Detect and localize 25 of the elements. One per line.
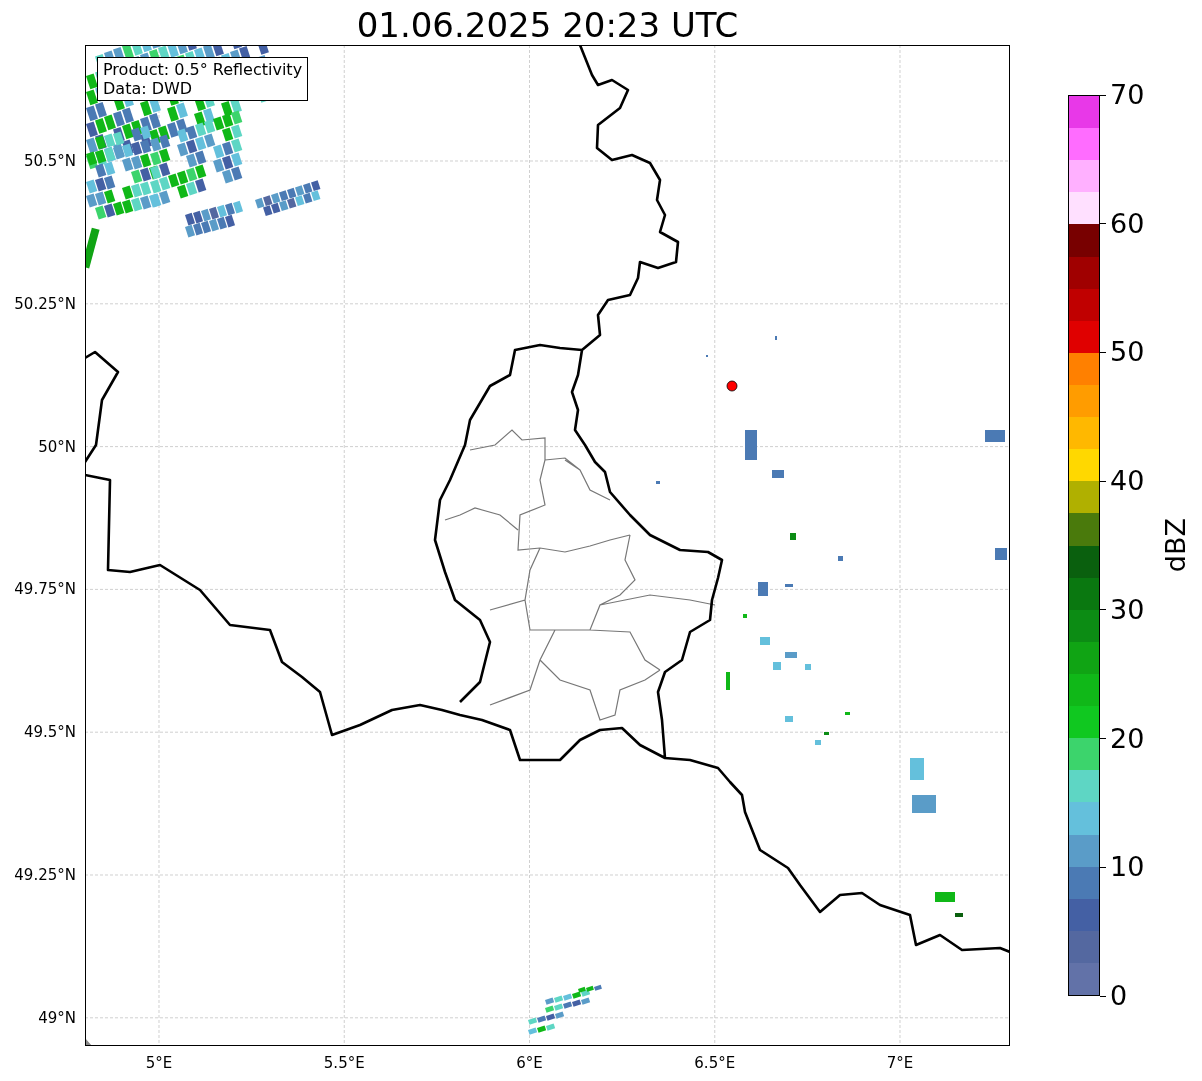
latitude-label: 50.5°N: [23, 152, 76, 170]
axis-label: dBZ: [1160, 518, 1191, 573]
tick-label: 30: [1110, 594, 1145, 625]
tick-label: 70: [1110, 80, 1145, 110]
info-text: Data: DWD: [103, 79, 194, 98]
tick-label: 60: [1110, 208, 1145, 239]
chart-title: 01.06.2025 20:23 UTC: [356, 5, 739, 45]
latitude-label: 50.25°N: [14, 294, 76, 313]
longitude-label: 5.5°E: [323, 1054, 365, 1072]
latitude-label: 49.5°N: [23, 723, 76, 742]
longitude-label: 5°E: [145, 1054, 173, 1072]
longitude-label: 6.5°E: [694, 1054, 736, 1072]
tick-label: 10: [1110, 852, 1145, 883]
latitude-label: 50°N: [38, 437, 76, 456]
longitude-label: 7°E: [886, 1054, 914, 1072]
tick-label: 20: [1110, 723, 1145, 754]
tick-label: 0: [1110, 981, 1128, 1011]
latitude-label: 49°N: [38, 1008, 76, 1027]
tick-label: 40: [1110, 466, 1145, 497]
latitude-label: 49.25°N: [14, 866, 76, 884]
info-text: Product: 0.5° Reflectivity: [103, 60, 303, 79]
tick-label: 50: [1110, 337, 1145, 368]
location-marker-icon: [726, 380, 738, 392]
latitude-label: 49.75°N: [14, 580, 76, 599]
longitude-label: 6°E: [516, 1054, 543, 1072]
